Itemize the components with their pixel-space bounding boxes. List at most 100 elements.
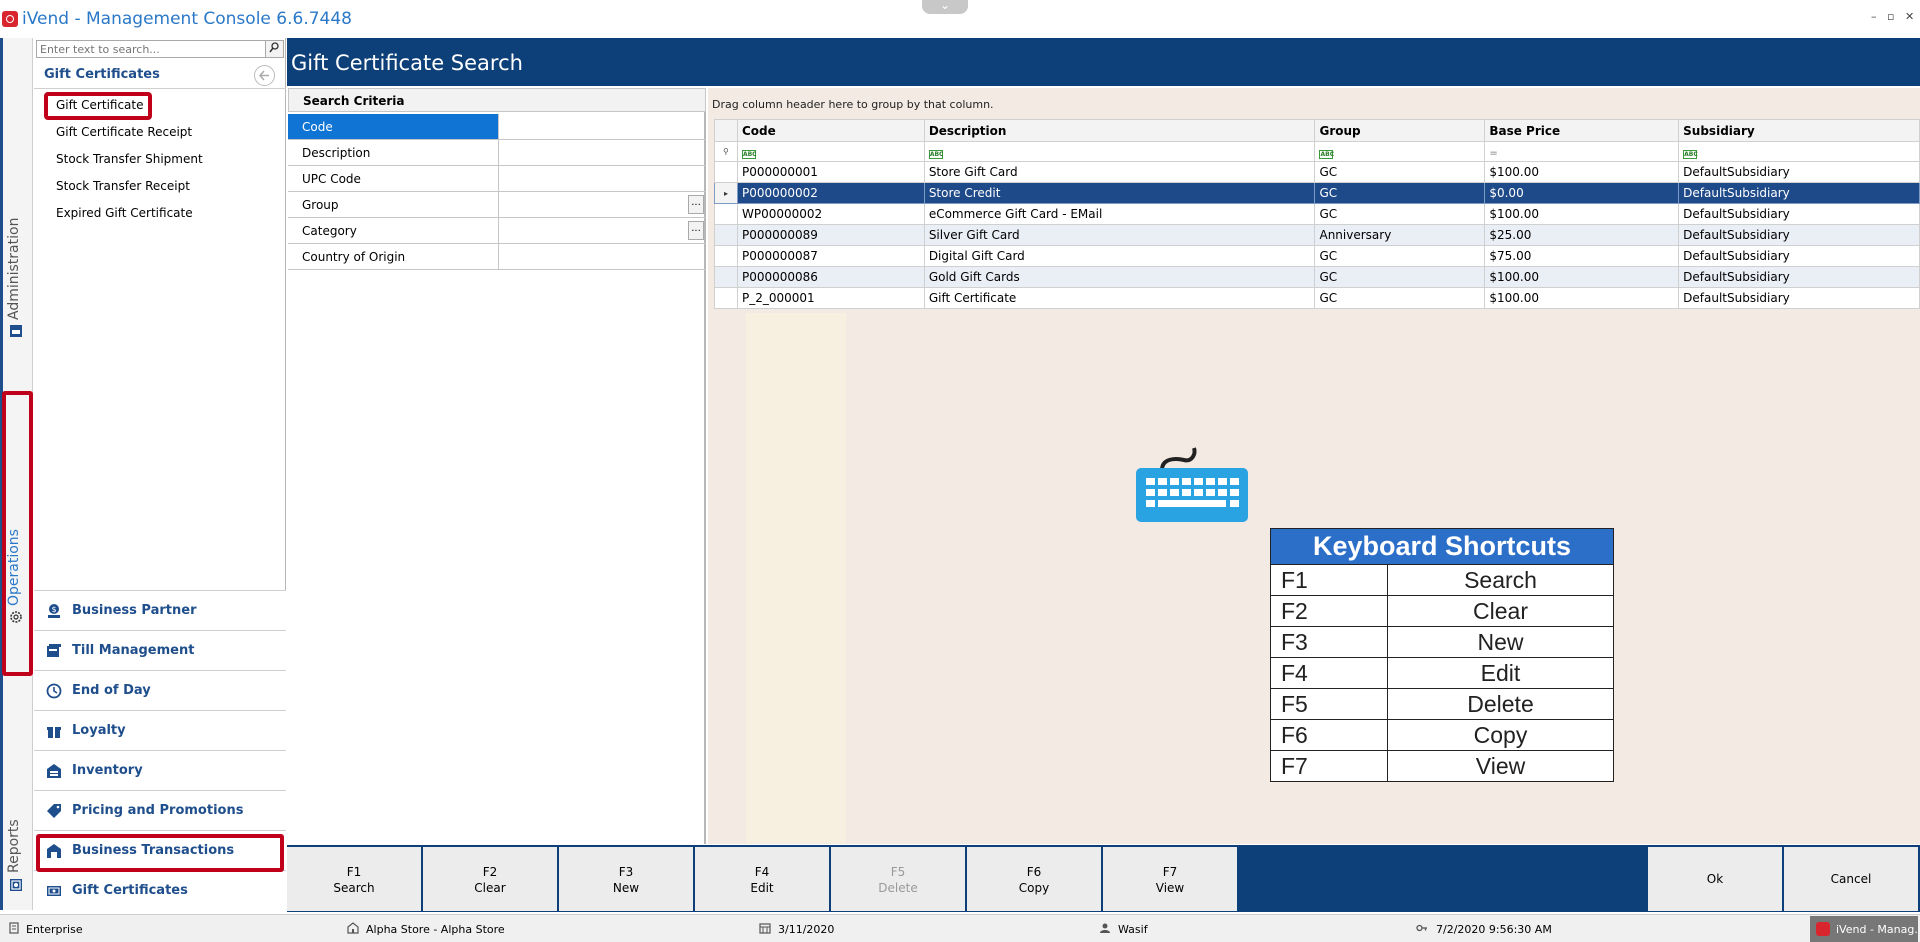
cell-group: GC [1314, 266, 1486, 288]
cell-description: Gift Certificate [923, 287, 1316, 309]
back-arrow-icon[interactable] [254, 65, 275, 86]
cell-base-price: $75.00 [1484, 245, 1680, 267]
shortcut-key: F6 [1270, 719, 1388, 751]
filter-cell-description[interactable]: ABC [923, 141, 1316, 162]
restore-button[interactable]: ▫ [1887, 10, 1894, 23]
cell-group: GC [1314, 287, 1486, 309]
cell-group: GC [1314, 245, 1486, 267]
cell-subsidiary: DefaultSubsidiary [1678, 224, 1920, 246]
function-key-label: F5 [890, 865, 906, 879]
filter-cell-code[interactable]: ABC [736, 141, 925, 162]
table-row[interactable]: WP00000002 eCommerce Gift Card - EMail G… [714, 203, 1920, 225]
country-of-origin-field[interactable] [500, 244, 706, 269]
copy-button[interactable]: F6 Copy [967, 847, 1101, 911]
ribbon-collapse-tab[interactable]: ⌄ [922, 0, 968, 14]
nav-item-stock-transfer-shipment[interactable]: Stock Transfer Shipment [56, 152, 203, 166]
cell-description: eCommerce Gift Card - EMail [923, 203, 1316, 225]
search-button[interactable]: F1 Search [287, 847, 421, 911]
cell-code: P000000087 [736, 245, 925, 267]
divider [34, 88, 286, 89]
criteria-row-category: Category ... [288, 218, 706, 244]
cancel-button[interactable]: Cancel [1784, 847, 1918, 911]
table-row[interactable]: P000000001 Store Gift Card GC $100.00 De… [714, 161, 1920, 183]
cell-code: P000000089 [736, 224, 925, 246]
module-pricing-and-promotions[interactable]: Pricing and Promotions [34, 790, 286, 830]
shortcut-row: F2 Clear [1270, 595, 1614, 627]
function-key-label: F2 [482, 865, 498, 879]
nav-item-stock-transfer-receipt[interactable]: Stock Transfer Receipt [56, 179, 190, 193]
group-field[interactable]: ... [500, 192, 706, 217]
module-label: Till Management [72, 643, 195, 658]
price-tag-icon [47, 804, 61, 818]
module-label: End of Day [72, 683, 151, 698]
column-header-description[interactable]: Description [923, 119, 1316, 142]
cell-base-price: $100.00 [1484, 161, 1680, 183]
criteria-label: Group [288, 192, 499, 217]
building-icon [9, 922, 19, 934]
cell-base-price: $25.00 [1484, 224, 1680, 246]
page-header: Gift Certificate Search [287, 38, 1920, 86]
store-icon [347, 922, 359, 934]
module-business-partner[interactable]: $ Business Partner [34, 590, 286, 630]
filter-icon: ⚲ [714, 141, 738, 162]
cell-group: Anniversary [1314, 224, 1486, 246]
group-lookup-button[interactable]: ... [688, 195, 704, 214]
column-header-base-price[interactable]: Base Price [1484, 119, 1680, 142]
column-header-group[interactable]: Group [1314, 119, 1486, 142]
cell-base-price: $100.00 [1484, 266, 1680, 288]
shortcut-row: F4 Edit [1270, 657, 1614, 689]
column-header-code[interactable]: Code [736, 119, 925, 142]
equals-filter-icon: = [1489, 147, 1498, 159]
module-inventory[interactable]: Inventory [34, 750, 286, 790]
code-field[interactable] [500, 114, 706, 139]
search-criteria-header: Search Criteria [288, 88, 706, 112]
status-login-time: 7/2/2020 9:56:30 AM [1436, 923, 1552, 936]
module-gift-certificates[interactable]: Gift Certificates [34, 870, 286, 910]
module-end-of-day[interactable]: End of Day [34, 670, 286, 710]
criteria-row-code: Code [288, 114, 706, 140]
cell-description: Gold Gift Cards [923, 266, 1316, 288]
nav-search-input[interactable] [37, 41, 265, 57]
clear-button[interactable]: F2 Clear [423, 847, 557, 911]
upc-code-field[interactable] [500, 166, 706, 191]
nav-item-gift-certificate-receipt[interactable]: Gift Certificate Receipt [56, 125, 192, 139]
table-row-selected[interactable]: ▸ P000000002 Store Credit GC $0.00 Defau… [714, 182, 1920, 204]
table-row[interactable]: P000000086 Gold Gift Cards GC $100.00 De… [714, 266, 1920, 288]
function-key-label: F6 [1026, 865, 1042, 879]
edit-button[interactable]: F4 Edit [695, 847, 829, 911]
search-button[interactable] [265, 41, 283, 57]
module-loyalty[interactable]: Loyalty [34, 710, 286, 750]
minimize-button[interactable]: – [1871, 10, 1877, 23]
filter-cell-base-price[interactable]: = [1484, 141, 1680, 162]
cell-subsidiary: DefaultSubsidiary [1678, 245, 1920, 267]
reports-icon [10, 879, 22, 891]
svg-text:$: $ [51, 605, 56, 614]
module-till-management[interactable]: Till Management [34, 630, 286, 670]
nav-section-header: Gift Certificates [44, 67, 160, 82]
ok-button[interactable]: Ok [1648, 847, 1782, 911]
column-header-subsidiary[interactable]: Subsidiary [1678, 119, 1920, 142]
shortcut-action: Clear [1387, 595, 1614, 627]
calendar-icon [759, 923, 771, 934]
taskbar-app-button[interactable]: iVend - Manag... [1810, 916, 1918, 942]
key-icon [1416, 924, 1427, 932]
row-indicator [714, 203, 738, 225]
close-button[interactable]: ✕ [1905, 10, 1914, 23]
new-button[interactable]: F3 New [559, 847, 693, 911]
delete-button[interactable]: F5 Delete [831, 847, 965, 911]
table-row[interactable]: P000000089 Silver Gift Card Anniversary … [714, 224, 1920, 246]
category-lookup-button[interactable]: ... [688, 221, 704, 240]
shortcut-key: F1 [1270, 564, 1388, 596]
nav-item-expired-gift-certificate[interactable]: Expired Gift Certificate [56, 206, 193, 220]
description-field[interactable] [500, 140, 706, 165]
table-row[interactable]: P_2_000001 Gift Certificate GC $100.00 D… [714, 287, 1920, 309]
category-field[interactable]: ... [500, 218, 706, 243]
filter-cell-subsidiary[interactable]: ABC [1678, 141, 1920, 162]
view-button[interactable]: F7 View [1103, 847, 1237, 911]
filter-cell-group[interactable]: ABC [1314, 141, 1486, 162]
function-key-toolbar: F1 Search F2 Clear F3 New F4 Edit F5 Delete F… [287, 845, 1920, 912]
gift-certificate-highlight-box [44, 92, 152, 120]
text-filter-icon: ABC [1683, 149, 1698, 159]
table-row[interactable]: P000000087 Digital Gift Card GC $75.00 D… [714, 245, 1920, 267]
nav-search-box [36, 40, 284, 58]
